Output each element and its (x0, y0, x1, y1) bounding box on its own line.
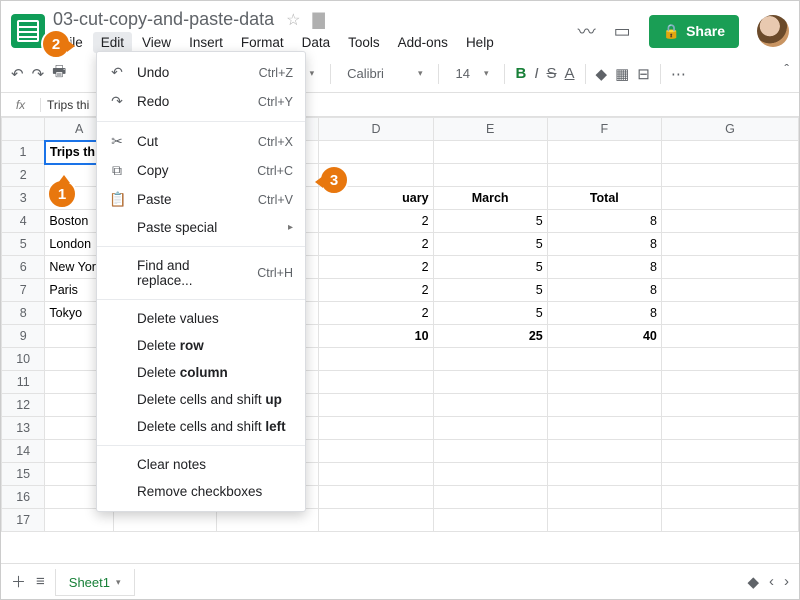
menu-tools[interactable]: Tools (340, 32, 388, 53)
all-sheets-icon[interactable]: ≡ (36, 573, 45, 590)
font-size[interactable]: 14 ▾ (449, 64, 494, 83)
star-icon[interactable]: ☆ (286, 10, 300, 30)
col-e[interactable]: E (433, 118, 547, 141)
menu-delete-shift-left[interactable]: Delete cells and shift left (97, 413, 305, 440)
row-2[interactable]: 2 (2, 164, 45, 187)
menu-view[interactable]: View (134, 32, 179, 53)
sheets-logo-icon (11, 14, 45, 48)
row-8[interactable]: 8 (2, 302, 45, 325)
col-d[interactable]: D (319, 118, 433, 141)
menu-delete-shift-up[interactable]: Delete cells and shift up (97, 386, 305, 413)
menu-data[interactable]: Data (294, 32, 339, 53)
row-4[interactable]: 4 (2, 210, 45, 233)
row-3[interactable]: 3 (2, 187, 45, 210)
strike-icon[interactable]: S (546, 65, 556, 82)
menu-format[interactable]: Format (233, 32, 292, 53)
menu-delete-row[interactable]: Delete row (97, 332, 305, 359)
collapse-toolbar-icon[interactable]: ˆ (784, 61, 789, 77)
copy-icon: ⧉ (109, 162, 125, 179)
more-icon[interactable]: ⋯ (671, 65, 686, 83)
borders-icon[interactable]: ▦ (615, 65, 629, 83)
bold-icon[interactable]: B (515, 65, 526, 82)
add-sheet-icon[interactable]: ＋ (11, 571, 26, 592)
formula-bar[interactable]: Trips thi (41, 98, 89, 112)
folder-icon[interactable]: ▇ (312, 10, 324, 30)
menu-insert[interactable]: Insert (181, 32, 231, 53)
callout-badge-2: 2 (41, 29, 71, 59)
menu-delete-values[interactable]: Delete values (97, 305, 305, 332)
edit-menu-dropdown: ↶UndoCtrl+Z ↷RedoCtrl+Y ✂CutCtrl+X ⧉Copy… (96, 51, 306, 512)
menu-redo[interactable]: ↷RedoCtrl+Y (97, 87, 305, 116)
menu-help[interactable]: Help (458, 32, 502, 53)
avatar[interactable] (757, 15, 789, 47)
menu-edit[interactable]: Edit (93, 32, 132, 53)
menu-paste[interactable]: 📋PasteCtrl+V (97, 185, 305, 214)
sheet-tabs-bar: ＋ ≡ Sheet1▾ ◆ ‹ › (1, 563, 799, 599)
comment-icon[interactable]: ▭ (614, 21, 631, 42)
col-g[interactable]: G (661, 118, 798, 141)
scroll-right-icon[interactable]: › (784, 573, 789, 590)
callout-badge-3: 3 (319, 165, 349, 195)
redo-icon: ↷ (109, 93, 125, 110)
undo-icon[interactable]: ↶ (11, 65, 24, 83)
paste-icon: 📋 (109, 191, 125, 208)
cut-icon: ✂ (109, 133, 125, 150)
col-f[interactable]: F (547, 118, 661, 141)
submenu-arrow-icon: ▸ (288, 222, 293, 233)
doc-title[interactable]: 03-cut-copy-and-paste-data (53, 9, 274, 30)
redo-icon[interactable]: ↷ (32, 65, 45, 83)
menu-bar: File Edit View Insert Format Data Tools … (53, 32, 578, 53)
fill-icon[interactable]: ◆ (596, 65, 608, 83)
row-1[interactable]: 1 (2, 141, 45, 164)
menu-delete-column[interactable]: Delete column (97, 359, 305, 386)
undo-icon: ↶ (109, 64, 125, 81)
text-color-icon[interactable]: A (565, 65, 575, 82)
italic-icon[interactable]: I (534, 65, 538, 82)
trend-icon[interactable]: 〰 (578, 18, 596, 44)
lock-icon: 🔒 (663, 23, 680, 40)
menu-cut[interactable]: ✂CutCtrl+X (97, 127, 305, 156)
menu-find-replace[interactable]: Find and replace...Ctrl+H (97, 252, 305, 294)
row-7[interactable]: 7 (2, 279, 45, 302)
fx-label: fx (1, 98, 41, 112)
menu-remove-checkboxes[interactable]: Remove checkboxes (97, 478, 305, 505)
explore-icon[interactable]: ◆ (747, 573, 759, 591)
scroll-left-icon[interactable]: ‹ (769, 573, 774, 590)
menu-undo[interactable]: ↶UndoCtrl+Z (97, 58, 305, 87)
row-6[interactable]: 6 (2, 256, 45, 279)
callout-badge-1: 1 (47, 179, 77, 209)
row-5[interactable]: 5 (2, 233, 45, 256)
menu-addons[interactable]: Add-ons (390, 32, 456, 53)
print-icon[interactable]: 🖶 (52, 61, 66, 86)
font-select[interactable]: Calibri ▾ (341, 64, 428, 83)
menu-clear-notes[interactable]: Clear notes (97, 451, 305, 478)
share-button[interactable]: 🔒 Share (649, 15, 739, 48)
menu-copy[interactable]: ⧉CopyCtrl+C (97, 156, 305, 185)
row-9[interactable]: 9 (2, 325, 45, 348)
menu-paste-special[interactable]: Paste special▸ (97, 214, 305, 241)
merge-icon[interactable]: ⊟ (637, 65, 650, 83)
sheet-tab[interactable]: Sheet1▾ (55, 567, 135, 596)
